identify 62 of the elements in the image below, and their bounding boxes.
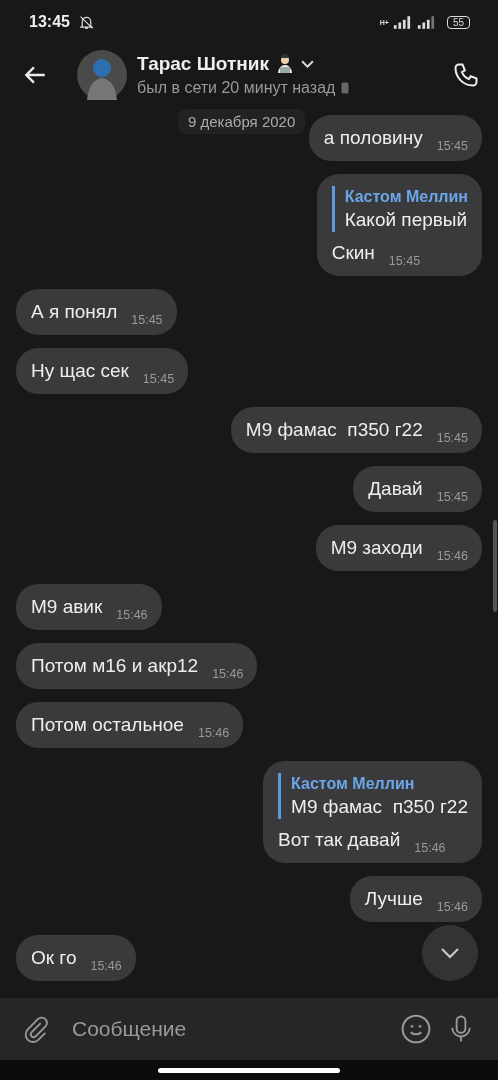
message-time: 15:45 (436, 139, 468, 153)
message-text: Вот так давай (278, 828, 401, 852)
home-indicator[interactable] (158, 1067, 340, 1073)
chevron-down-icon[interactable] (300, 59, 314, 69)
message-text: Ну щас сек (31, 359, 129, 383)
chevron-down-icon (440, 947, 460, 959)
message-bubble[interactable]: а половину 15:45 (308, 115, 482, 161)
phone-device-icon (341, 82, 350, 94)
message-bubble[interactable]: М9 авик 15:46 (16, 584, 162, 630)
attach-icon[interactable] (22, 1015, 50, 1043)
reply-text: Какой первый (344, 208, 468, 232)
last-seen-status: был в сети 20 минут назад (137, 79, 336, 97)
reply-author: Кастом Меллин (344, 187, 468, 207)
message-bubble[interactable]: А я понял 15:45 (16, 289, 177, 335)
message-time: 15:46 (212, 667, 244, 681)
reply-quote[interactable]: Кастом Меллин М9 фамас п350 г22 (278, 773, 468, 819)
message-bubble[interactable]: Лучше 15:46 (349, 876, 482, 922)
reply-text: М9 фамас п350 г22 (291, 795, 468, 819)
date-chip: 9 декабря 2020 (178, 109, 306, 134)
message-bubble[interactable]: М9 заходи 15:46 (315, 525, 482, 571)
avatar-icon[interactable] (77, 50, 127, 100)
message-text: Потом м16 и акр12 (31, 654, 199, 678)
message-text: Лучше (364, 887, 423, 911)
message-text: М9 авик (31, 595, 103, 619)
message-bubble[interactable]: М9 фамас п350 г22 15:45 (230, 407, 482, 453)
message-time: 15:46 (116, 608, 148, 622)
reply-quote[interactable]: Кастом Меллин Какой первый (331, 186, 468, 232)
message-bubble[interactable]: Кастом Меллин М9 фамас п350 г22 Вот так давай 15:46 (263, 761, 482, 863)
message-bubble[interactable]: Кастом Меллин Какой первый Скин 15:45 (316, 174, 482, 276)
message-text: Ок го (31, 946, 77, 970)
message-text: Скин (331, 241, 375, 265)
message-time: 15:45 (131, 313, 163, 327)
reply-author: Кастом Меллин (291, 774, 416, 794)
message-bubble[interactable]: Давай 15:45 (353, 466, 482, 512)
message-bubble[interactable]: Потом м16 и акр12 15:46 (16, 643, 258, 689)
message-time: 15:45 (436, 490, 468, 504)
message-text: М9 заходи (330, 536, 423, 560)
contact-name: Тарас Шотник (137, 53, 269, 75)
phone-call-icon[interactable] (452, 61, 480, 89)
status-time: 13:45 (29, 13, 70, 31)
emoji-icon[interactable] (400, 1013, 432, 1045)
message-text: а половину (323, 126, 423, 150)
message-time: 15:46 (197, 726, 230, 740)
message-time: 15:46 (436, 900, 468, 914)
message-text: М9 фамас п350 г22 (245, 418, 423, 442)
message-time: 15:45 (142, 372, 175, 386)
message-time: 15:45 (436, 431, 468, 445)
signal-icon (416, 15, 435, 29)
message-bubble[interactable]: Потом остальное 15:46 (16, 702, 244, 748)
message-time: 15:46 (414, 841, 446, 855)
message-time: 15:46 (90, 959, 122, 973)
message-bubble[interactable]: Ок го 15:46 (16, 935, 136, 981)
message-text: А я понял (31, 300, 118, 324)
message-bubble[interactable]: Ну щас сек 15:45 (16, 348, 189, 394)
message-time: 15:46 (436, 549, 468, 563)
message-text: Давай (368, 477, 423, 501)
message-text: Потом остальное (31, 713, 184, 737)
battery-level: 55 (446, 15, 470, 29)
signal-icon (392, 15, 411, 29)
message-composer[interactable]: Сообщение (0, 998, 498, 1060)
message-input[interactable]: Сообщение (72, 1011, 386, 1047)
message-time: 15:45 (388, 254, 421, 268)
